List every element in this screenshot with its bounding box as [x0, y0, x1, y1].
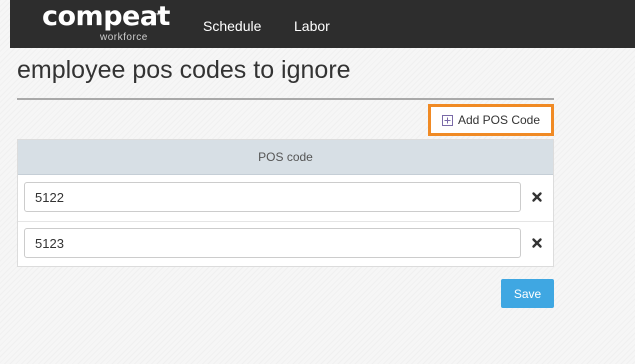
- close-icon[interactable]: [530, 236, 544, 250]
- table-row: [18, 176, 553, 222]
- logo-trademark: ™: [154, 13, 160, 19]
- title-divider: [17, 98, 554, 100]
- pos-code-input[interactable]: [24, 228, 521, 258]
- page-title: employee pos codes to ignore: [17, 56, 351, 84]
- logo-wordmark: compeat: [42, 1, 170, 32]
- top-nav-bar: compeat ™ workforce Schedule Labor: [10, 0, 635, 48]
- add-pos-code-button[interactable]: Add POS Code: [428, 104, 554, 136]
- table-header-pos-code: POS code: [18, 140, 553, 175]
- plus-square-icon: [441, 114, 453, 126]
- pos-code-table: POS code: [17, 139, 554, 267]
- add-pos-code-label: Add POS Code: [457, 113, 541, 127]
- logo-subtitle: workforce: [100, 32, 148, 43]
- nav-item-labor[interactable]: Labor: [294, 17, 330, 35]
- close-icon[interactable]: [530, 190, 544, 204]
- pos-code-input[interactable]: [24, 182, 521, 212]
- nav-item-schedule[interactable]: Schedule: [203, 17, 261, 35]
- table-row: [18, 222, 553, 267]
- compeat-logo[interactable]: compeat ™ workforce: [42, 1, 170, 47]
- save-button[interactable]: Save: [501, 279, 554, 308]
